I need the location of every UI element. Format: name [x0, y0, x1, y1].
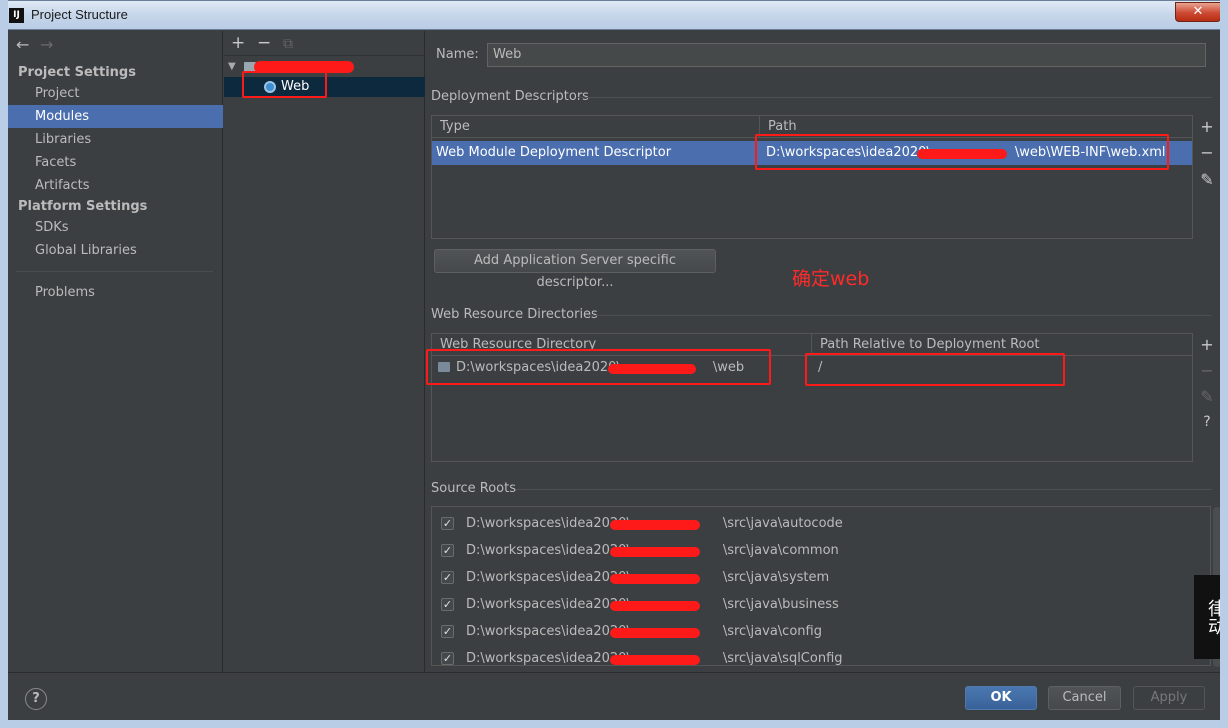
watermark-logo: 律动	[1194, 575, 1228, 659]
section-divider	[578, 97, 1212, 98]
redaction-mark	[610, 574, 700, 584]
forward-arrow-icon[interactable]: →	[40, 35, 64, 54]
sidebar-item-artifacts[interactable]: Artifacts	[8, 174, 223, 197]
add-server-descriptor-button[interactable]: Add Application Server specific descript…	[434, 249, 716, 290]
edit-pencil-icon[interactable]: ✎	[1198, 170, 1216, 189]
back-arrow-icon[interactable]: ←	[16, 35, 40, 54]
path-suffix: \src\java\system	[722, 570, 830, 585]
name-label: Name:	[436, 47, 479, 62]
list-item[interactable]: ✓ D:\workspaces\idea2020\ \src\java\confi…	[432, 618, 1202, 645]
source-roots-title: Source Roots	[431, 481, 517, 496]
sidebar-item-sdks[interactable]: SDKs	[8, 216, 223, 239]
highlight-box-resource-dir	[426, 349, 771, 385]
highlight-box-relative-path	[805, 353, 1065, 386]
path-prefix: D:\workspaces\idea2020\	[466, 543, 631, 558]
intellij-app-icon: IJ	[9, 8, 24, 23]
path-suffix: \src\java\business	[722, 597, 839, 612]
redaction-mark	[610, 655, 700, 665]
project-settings-header: Project Settings	[18, 65, 136, 80]
dialog-button-bar: ? OK Cancel Apply	[8, 672, 1222, 722]
checkbox[interactable]: ✓	[441, 652, 454, 665]
nav-history: ← →	[16, 35, 64, 54]
add-icon[interactable]: +	[231, 33, 257, 53]
add-icon[interactable]: +	[1198, 335, 1216, 354]
sidebar-item-facets[interactable]: Facets	[8, 151, 223, 174]
web-resource-directories-title: Web Resource Directories	[431, 307, 598, 322]
module-tree-panel: + − ⧉ ▼ Web	[224, 31, 425, 672]
add-icon[interactable]: +	[1198, 117, 1216, 136]
list-item[interactable]: ✓ D:\workspaces\idea2020\ \src\java\commo…	[432, 537, 1202, 564]
path-suffix: \src\java\config	[722, 624, 822, 639]
sidebar-item-modules[interactable]: Modules	[8, 105, 223, 128]
tree-toolbar-divider	[224, 55, 425, 56]
redaction-mark	[610, 628, 700, 638]
dd-type-cell: Web Module Deployment Descriptor	[436, 145, 672, 160]
window-title: Project Structure	[31, 7, 128, 22]
highlight-box-web-node	[242, 71, 327, 98]
remove-icon[interactable]: −	[1198, 143, 1216, 162]
checkbox[interactable]: ✓	[441, 625, 454, 638]
ok-button[interactable]: OK	[965, 686, 1037, 710]
deployment-descriptors-title: Deployment Descriptors	[431, 89, 589, 104]
settings-sidebar: ← → Project Settings Project Modules Libr…	[8, 31, 223, 672]
sidebar-item-problems[interactable]: Problems	[8, 281, 223, 304]
path-prefix: D:\workspaces\idea2020\	[466, 516, 631, 531]
platform-settings-header: Platform Settings	[18, 199, 148, 214]
checkbox[interactable]: ✓	[441, 517, 454, 530]
annotation-text: 确定web	[792, 268, 870, 290]
path-suffix: \src\java\autocode	[722, 516, 843, 531]
list-item[interactable]: ✓ D:\workspaces\idea2020\ \src\java\syste…	[432, 564, 1202, 591]
checkbox[interactable]: ✓	[441, 544, 454, 557]
list-item[interactable]: ✓ D:\workspaces\idea2020\ \src\java\busin…	[432, 591, 1202, 618]
section-divider	[516, 489, 1212, 490]
list-item[interactable]: ✓ D:\workspaces\idea2020\ \src\java\sqlCo…	[432, 645, 1202, 666]
copy-icon[interactable]: ⧉	[283, 36, 309, 52]
path-prefix: D:\workspaces\idea2020\	[466, 651, 631, 666]
sidebar-item-global-libraries[interactable]: Global Libraries	[8, 239, 223, 262]
section-divider	[588, 315, 1212, 316]
name-input[interactable]: Web	[487, 43, 1206, 67]
window-title-bar: IJ Project Structure ✕	[0, 0, 1228, 30]
redaction-mark	[610, 601, 700, 611]
remove-icon[interactable]: −	[1198, 361, 1216, 380]
path-prefix: D:\workspaces\idea2020\	[466, 597, 631, 612]
module-settings-panel: Name: Web Deployment Descriptors Type Pa…	[426, 31, 1222, 672]
path-prefix: D:\workspaces\idea2020\	[466, 624, 631, 639]
redaction-mark	[610, 547, 700, 557]
sidebar-divider	[16, 271, 213, 272]
tree-toolbar: + − ⧉	[231, 33, 309, 53]
help-button[interactable]: ?	[25, 688, 47, 710]
checkbox[interactable]: ✓	[441, 571, 454, 584]
path-prefix: D:\workspaces\idea2020\	[466, 570, 631, 585]
apply-button[interactable]: Apply	[1133, 686, 1205, 710]
list-item[interactable]: ✓ D:\workspaces\idea2020\ \src\java\autoc…	[432, 510, 1202, 537]
dd-column-type[interactable]: Type	[432, 116, 760, 138]
sidebar-item-project[interactable]: Project	[8, 82, 223, 105]
path-suffix: \src\java\common	[722, 543, 839, 558]
edit-pencil-icon[interactable]: ✎	[1198, 387, 1216, 406]
sidebar-item-libraries[interactable]: Libraries	[8, 128, 223, 151]
remove-icon[interactable]: −	[257, 33, 283, 53]
expand-arrow-icon[interactable]: ▼	[228, 57, 236, 77]
help-icon[interactable]: ?	[1198, 414, 1216, 430]
checkbox[interactable]: ✓	[441, 598, 454, 611]
cancel-button[interactable]: Cancel	[1048, 686, 1121, 710]
source-roots-list: ✓ D:\workspaces\idea2020\ \src\java\autoc…	[431, 506, 1211, 666]
window-close-button[interactable]: ✕	[1175, 2, 1221, 22]
redaction-mark	[610, 520, 700, 530]
path-suffix: \src\java\sqlConfig	[722, 651, 843, 666]
highlight-box-descriptor-path	[755, 134, 1169, 170]
